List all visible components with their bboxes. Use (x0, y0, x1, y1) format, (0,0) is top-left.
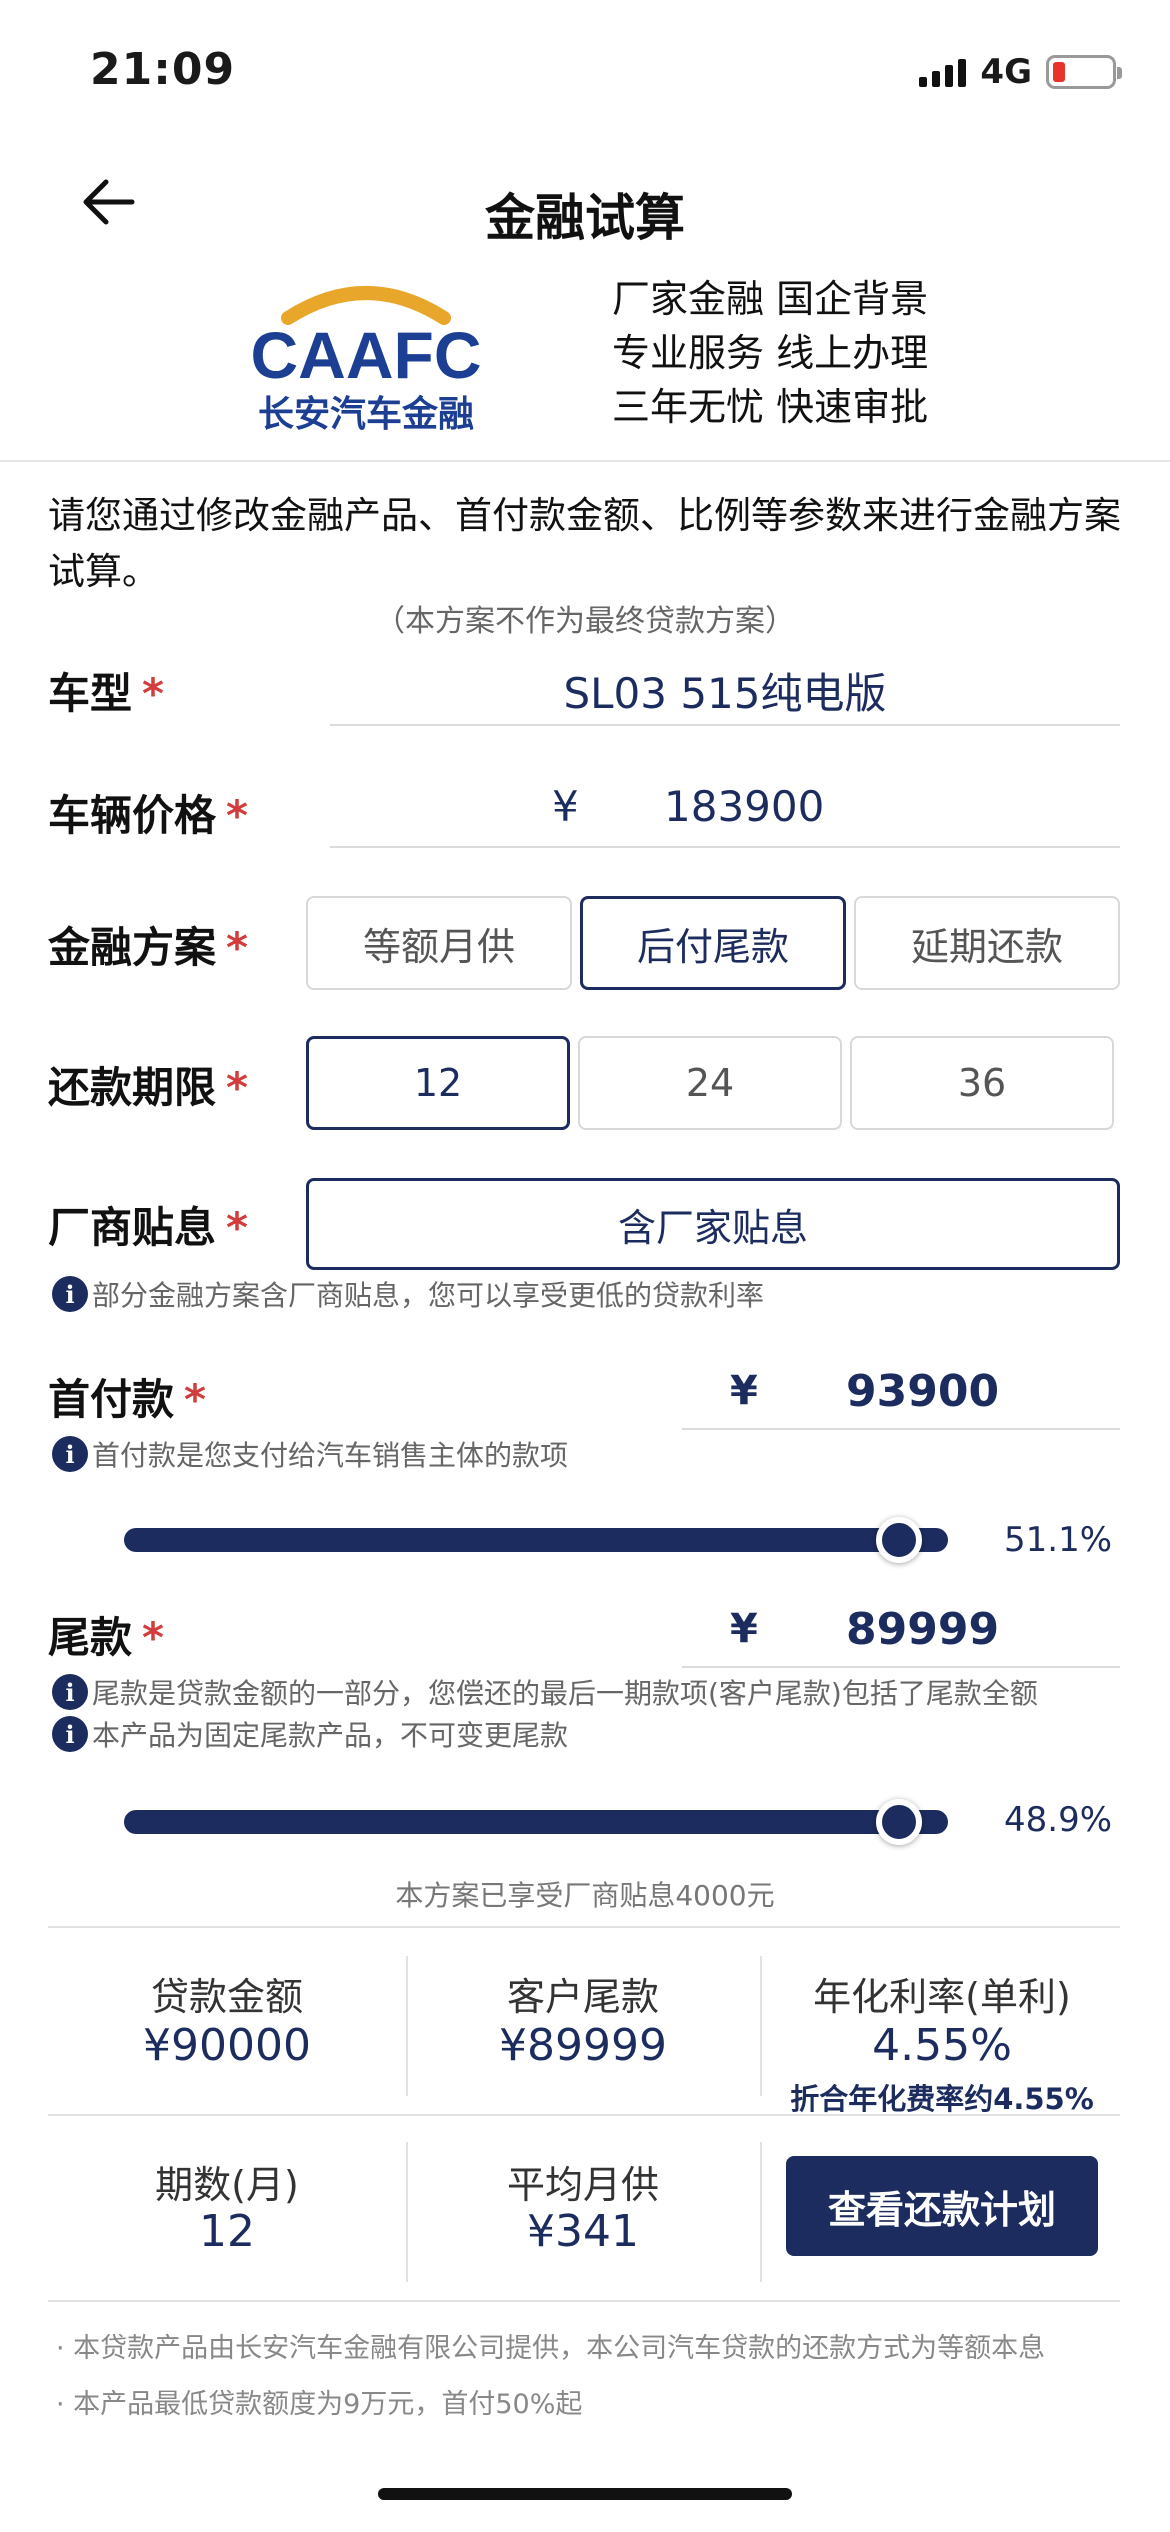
plan-selector: 等额月供 后付尾款 延期还款 (306, 896, 1120, 990)
slogan-line: 专业服务 线上办理 (612, 331, 929, 375)
logo-subtext: 长安汽车金融 (258, 393, 474, 435)
info-icon: i (52, 1716, 88, 1752)
summary-divider-mid (48, 2114, 1120, 2116)
loan-amount-title: 贷款金额 (150, 1975, 303, 2019)
periods-value: 12 (199, 2206, 255, 2257)
balloon-input[interactable]: 89999 (846, 1604, 999, 1655)
down-payment-slider-track[interactable] (124, 1528, 948, 1552)
balloon-slider-handle[interactable] (875, 1799, 922, 1845)
price-currency: ¥ (552, 782, 579, 831)
down-payment-underline (682, 1428, 1120, 1430)
model-value[interactable]: SL03 515纯电版 (330, 660, 1120, 721)
plan-option-deferred[interactable]: 延期还款 (854, 896, 1120, 990)
term-selector: 12 24 36 (306, 1036, 1114, 1130)
avg-monthly-value: ¥341 (527, 2206, 639, 2257)
footnote: · 本贷款产品由长安汽车金融有限公司提供，本公司汽车贷款的还款方式为等额本息 (56, 2333, 1046, 2364)
model-underline (330, 724, 1120, 726)
subsidy-note: 本方案已享受厂商贴息4000元 (395, 1879, 775, 1912)
footnote: · 本产品最低贷款额度为9万元，首付50%起 (56, 2389, 583, 2420)
down-payment-currency: ¥ (730, 1368, 758, 1414)
battery-icon (1046, 55, 1122, 89)
term-option-36[interactable]: 36 (850, 1036, 1114, 1130)
subsidy-label: 厂商贴息 * (48, 1203, 248, 1252)
brand-logo: CAAFC 长安汽车金融 (238, 278, 494, 438)
balloon-label: 尾款 * (48, 1613, 164, 1662)
header-divider (0, 460, 1170, 462)
info-icon: i (52, 1276, 88, 1312)
info-icon: i (52, 1674, 88, 1710)
price-input[interactable]: 183900 (664, 782, 824, 831)
customer-balloon-title: 客户尾款 (506, 1975, 659, 2019)
price-underline (330, 846, 1120, 848)
subsidy-hint: i 部分金融方案含厂商贴息，您可以享受更低的贷款利率 (52, 1274, 764, 1314)
page-title: 金融试算 (485, 189, 685, 247)
balloon-underline (682, 1666, 1120, 1668)
annual-fee-rate: 折合年化费率约4.55% (790, 2082, 1094, 2116)
term-option-24[interactable]: 24 (578, 1036, 842, 1130)
balloon-currency: ¥ (730, 1606, 758, 1652)
summary-divider-top (48, 1926, 1120, 1928)
disclaimer-text: （本方案不作为最终贷款方案） (375, 604, 795, 639)
customer-balloon-value: ¥89999 (499, 2020, 667, 2071)
balloon-percent: 48.9% (1004, 1800, 1113, 1840)
plan-label: 金融方案 * (48, 923, 248, 972)
down-payment-input[interactable]: 93900 (846, 1366, 999, 1417)
network-type: 4G (980, 52, 1032, 92)
signal-icon (919, 57, 967, 87)
intro-text: 请您通过修改金融产品、首付款金额、比例等参数来进行金融方案试算。 (48, 494, 1121, 593)
summary-divider (760, 2142, 762, 2282)
plan-option-equal-monthly[interactable]: 等额月供 (306, 896, 572, 990)
price-label: 车辆价格 * (48, 791, 248, 840)
periods-title: 期数(月) (155, 2163, 299, 2207)
logo-text: CAAFC (251, 318, 482, 392)
slogan-line: 厂家金融 国企背景 (612, 277, 929, 321)
view-repayment-plan-button[interactable]: 查看还款计划 (786, 2156, 1098, 2256)
summary-divider-bottom (48, 2300, 1120, 2302)
balloon-slider-track[interactable] (124, 1810, 948, 1834)
term-label: 还款期限 * (48, 1063, 248, 1112)
loan-amount-value: ¥90000 (143, 2020, 311, 2071)
status-indicators: 4G (919, 52, 1122, 92)
home-indicator[interactable] (378, 2488, 792, 2500)
down-payment-percent: 51.1% (1004, 1520, 1113, 1560)
slogan-line: 三年无忧 快速审批 (612, 385, 929, 429)
plan-option-balloon[interactable]: 后付尾款 (580, 896, 846, 990)
down-payment-hint: i 首付款是您支付给汽车销售主体的款项 (52, 1434, 568, 1474)
balloon-hint: i 尾款是贷款金额的一部分，您偿还的最后一期款项(客户尾款)包括了尾款全额 (52, 1672, 1038, 1712)
down-payment-slider-handle[interactable] (875, 1517, 922, 1563)
term-option-12[interactable]: 12 (306, 1036, 570, 1130)
brand-slogans: 厂家金融 国企背景 专业服务 线上办理 三年无忧 快速审批 (612, 272, 928, 434)
avg-monthly-title: 平均月供 (506, 2163, 659, 2207)
status-time: 21:09 (90, 44, 236, 95)
model-label: 车型 * (48, 669, 164, 718)
annual-rate-title: 年化利率(单利) (813, 1975, 1071, 2019)
balloon-hint-fixed: i 本产品为固定尾款产品，不可变更尾款 (52, 1714, 568, 1754)
annual-rate-value: 4.55% (872, 2020, 1012, 2071)
info-icon: i (52, 1436, 88, 1472)
subsidy-option[interactable]: 含厂家贴息 (306, 1178, 1120, 1270)
down-payment-label: 首付款 * (48, 1375, 206, 1424)
